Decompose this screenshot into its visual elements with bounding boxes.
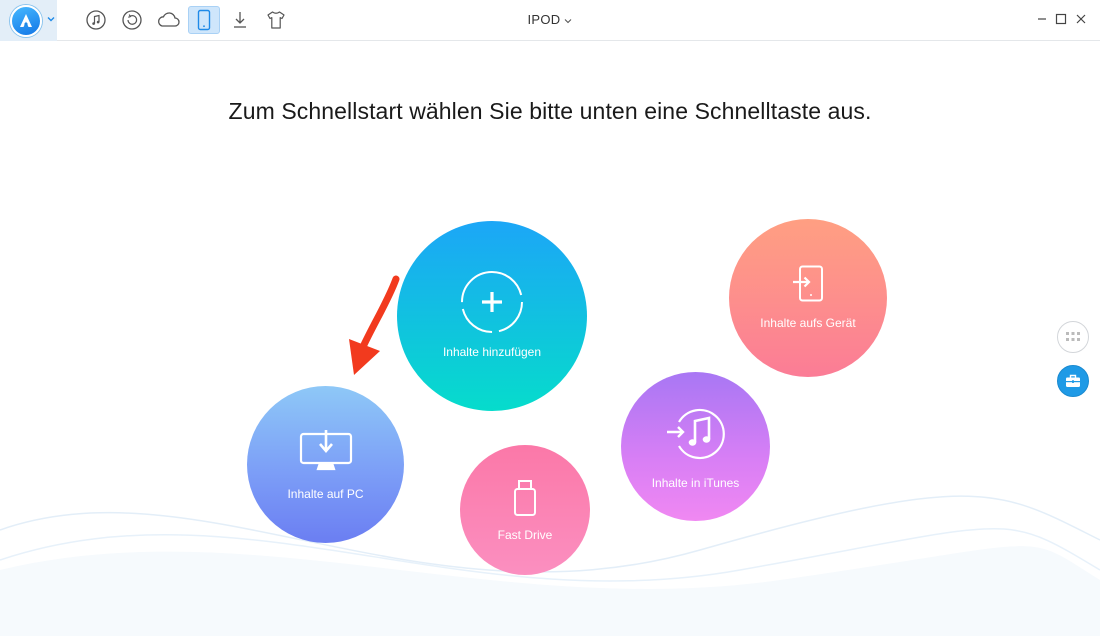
grid-icon [1066,332,1080,341]
add-content-label: Inhalte hinzufügen [442,345,542,359]
chevron-down-icon[interactable] [47,15,55,23]
itunes-transfer-icon [667,408,725,460]
monitor-download-icon [299,430,353,471]
phone-icon[interactable] [188,6,220,34]
app-menu[interactable] [0,0,57,41]
red-arrow-icon [349,275,400,375]
chevron-down-icon[interactable] [564,18,572,24]
content-to-itunes-label: Inhalte in iTunes [651,476,740,490]
content-to-device-label: Inhalte aufs Gerät [760,316,856,330]
grid-view-button[interactable] [1057,321,1089,353]
page-heading: Zum Schnellstart wählen Sie bitte unten … [228,98,872,124]
device-name[interactable]: IPOD [528,12,561,27]
content-to-pc-label: Inhalte auf PC [287,487,364,501]
app-logo-icon[interactable] [10,5,42,37]
phone-import-icon [793,265,823,302]
add-content-button[interactable]: Inhalte hinzufügen [397,221,587,411]
add-circle-icon [461,271,523,333]
maximize-icon[interactable] [1052,10,1070,28]
content-to-device-button[interactable]: Inhalte aufs Gerät [729,219,887,377]
music-icon[interactable] [80,6,112,34]
usb-drive-icon [514,480,536,516]
content-to-pc-button[interactable]: Inhalte auf PC [247,386,404,543]
toolbox-button[interactable] [1057,365,1089,397]
fast-drive-label: Fast Drive [497,528,553,542]
minimize-icon[interactable] [1033,10,1051,28]
fast-drive-button[interactable]: Fast Drive [460,445,590,575]
backup-icon[interactable] [116,6,148,34]
toolbox-icon [1066,374,1080,387]
tshirt-icon[interactable] [260,6,292,34]
download-icon[interactable] [224,6,256,34]
close-icon[interactable] [1072,10,1090,28]
cloud-icon[interactable] [152,6,184,34]
title-bar: IPOD [0,0,1100,41]
content-to-itunes-button[interactable]: Inhalte in iTunes [621,372,770,521]
